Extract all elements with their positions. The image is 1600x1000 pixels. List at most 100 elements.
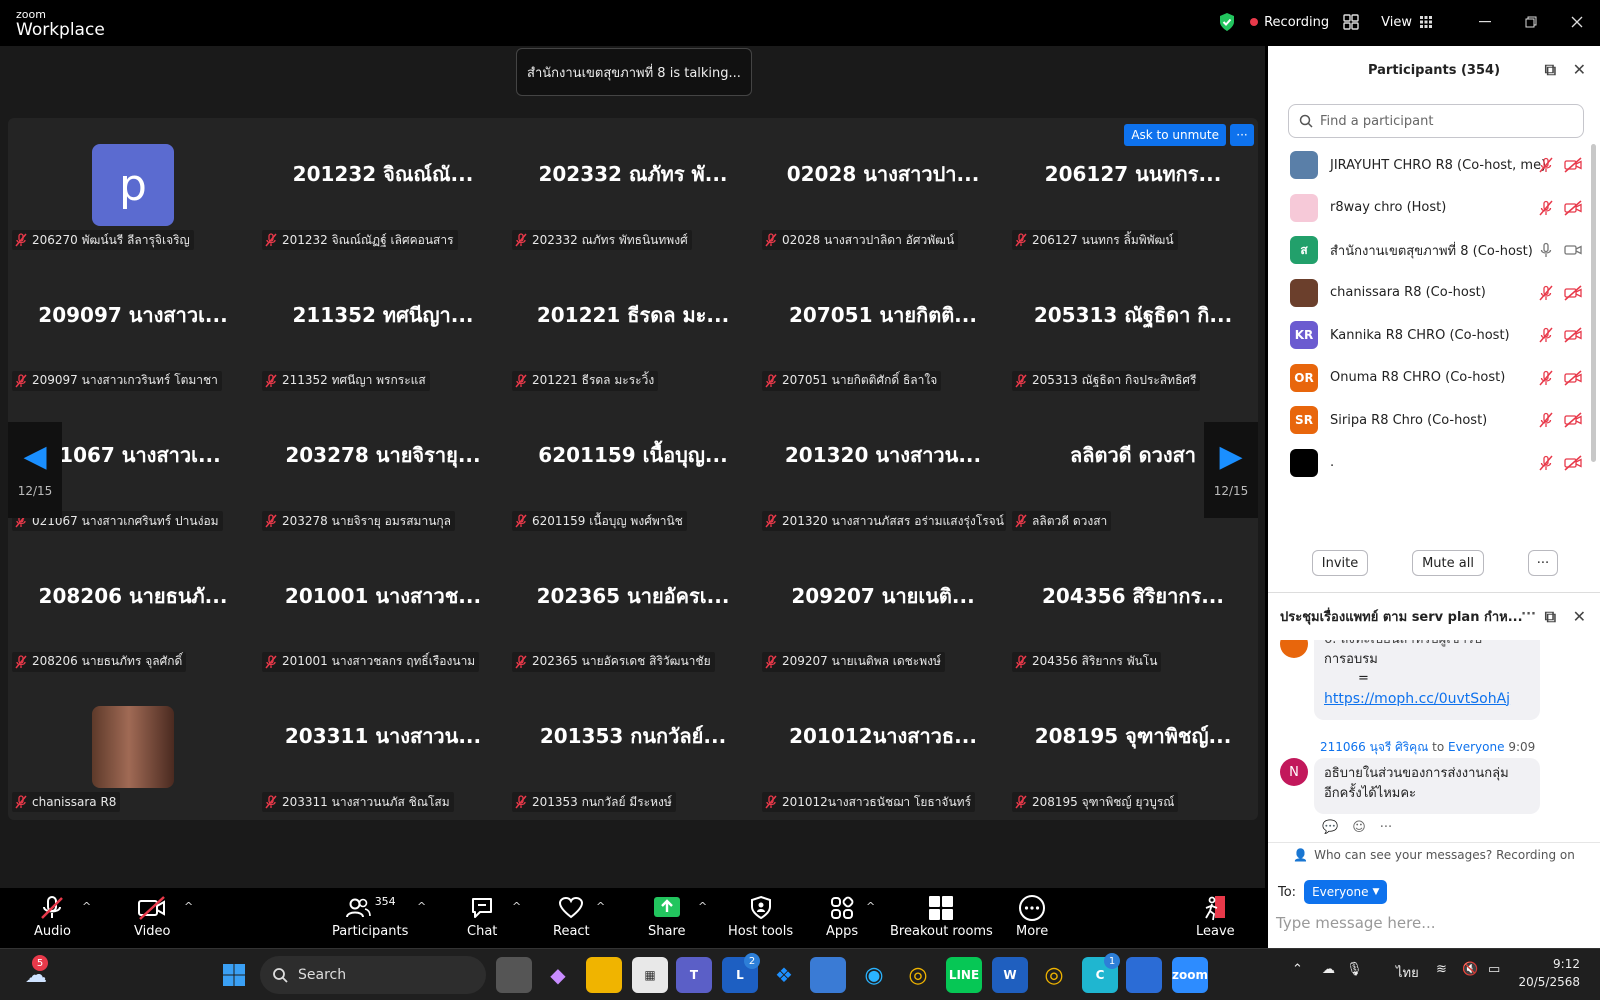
mic-muted-icon[interactable] (1538, 285, 1554, 301)
mic-muted-icon[interactable] (1538, 200, 1554, 216)
camera-off-icon[interactable] (1564, 412, 1582, 428)
camera-off-icon[interactable] (1564, 284, 1582, 301)
participant-tile[interactable]: 208206 นายธนภั... 208206 นายธนภัทร จุลศัก… (8, 540, 258, 680)
participant-tile[interactable]: 209097 นางสาวเ... 209097 นางสาวเกวรินทร์ … (8, 259, 258, 399)
message1-link[interactable]: https://moph.cc/0uvtSohAj (1324, 689, 1530, 710)
taskbar-clock[interactable]: 9:12 20/5/2568 (1518, 955, 1580, 991)
react-caret-icon[interactable]: ^ (596, 900, 605, 913)
chrome-icon[interactable]: ◎ (900, 957, 936, 993)
share-button[interactable]: Share (648, 892, 686, 939)
previous-page-button[interactable]: ◀ 12/15 (8, 422, 62, 518)
edge-icon[interactable]: ◉ (856, 957, 892, 993)
popout-icon[interactable]: ⧉ (1545, 60, 1556, 80)
camera-off-icon[interactable] (1564, 157, 1582, 173)
audio-button[interactable]: Audio (34, 892, 71, 939)
battery-icon[interactable]: ▭ (1488, 962, 1500, 977)
line-icon[interactable]: LINE (946, 957, 982, 993)
participant-tile[interactable]: 205313 ณัฐธิดา กิ... 205313 ณัฐธิดา กิจปร… (1008, 259, 1258, 399)
participant-list-scrollbar[interactable] (1591, 144, 1596, 536)
view-menu-button[interactable]: View (1381, 15, 1432, 30)
participant-tile[interactable]: 209207 นายเนติ... 209207 นายเนติพล เดชะพง… (758, 540, 1008, 680)
store-icon[interactable]: ▦ (632, 957, 668, 993)
photos-icon[interactable] (1126, 957, 1162, 993)
participant-tile[interactable]: chanissara R8 (8, 680, 258, 820)
chat-button[interactable]: Chat (467, 892, 497, 939)
video-options-caret-icon[interactable]: ^ (184, 900, 193, 913)
invite-button[interactable]: Invite (1312, 550, 1368, 576)
camera-off-icon[interactable] (1564, 454, 1582, 471)
start-windows-icon[interactable] (216, 957, 252, 993)
participant-tile[interactable]: 206127 นนทกร... 206127 นนทกร ลิ้มพิพัฒน์ (1008, 118, 1258, 258)
participant-row[interactable]: chanissara R8 (Co-host) (1268, 272, 1588, 315)
participant-row[interactable]: . (1268, 442, 1588, 485)
chrome-profile-icon[interactable]: ◎ (1036, 957, 1072, 993)
mic-on-icon[interactable] (1538, 242, 1554, 258)
participant-tile[interactable]: 201320 นางสาวน... 201320 นางสาวนภัสสร อร่… (758, 399, 1008, 539)
participant-tile[interactable]: 201001 นางสาวช... 201001 นางสาวชลกร ฤทธิ์… (258, 540, 508, 680)
participant-row[interactable]: KR Kannika R8 CHRO (Co-host) (1268, 314, 1588, 357)
word-icon[interactable]: W (992, 957, 1028, 993)
notepad-icon[interactable] (810, 957, 846, 993)
chat-more-icon[interactable]: ··· (1521, 607, 1536, 622)
dropbox-icon[interactable]: ❖ (766, 957, 802, 993)
tray-expand-icon[interactable]: ⌃ (1292, 962, 1303, 977)
participants-caret-icon[interactable]: ^ (417, 900, 426, 913)
minimize-icon[interactable] (1462, 0, 1508, 44)
participant-tile[interactable]: 201012นางสาวธ... 201012นางสาวธนัชฌา โยธาจ… (758, 680, 1008, 820)
camera-off-icon[interactable] (1564, 199, 1582, 216)
video-button[interactable]: Video (134, 892, 170, 939)
participant-tile[interactable]: 201232 จิณณ์ณั... 201232 จิณณ์ณัฏฐ์ เลิศค… (258, 118, 508, 258)
participants-button[interactable]: 354 Participants (332, 892, 408, 940)
participant-row[interactable]: SR Siripa R8 Chro (Co-host) (1268, 399, 1588, 442)
mic-muted-icon[interactable] (1538, 455, 1554, 471)
input-language[interactable]: ไทย (1396, 962, 1419, 983)
participants-more-button[interactable]: ··· (1528, 550, 1558, 576)
restore-icon[interactable] (1508, 0, 1554, 44)
participant-tile[interactable]: 203278 นายจิรายุ... 203278 นายจิรายุ อมรส… (258, 399, 508, 539)
participant-tile[interactable]: 207051 นายกิตติ... 207051 นายกิตติศักดิ์ … (758, 259, 1008, 399)
chat-popout-icon[interactable]: ⧉ (1545, 607, 1556, 627)
participant-row[interactable]: ส สำนักงานเขตสุขภาพที่ 8 (Co-host) (1268, 229, 1588, 272)
gallery-layout-icon[interactable] (1343, 14, 1359, 30)
tray-cloud-icon[interactable]: ☁ (1322, 962, 1335, 977)
chat-caret-icon[interactable]: ^ (512, 900, 521, 913)
camera-on-icon[interactable] (1564, 242, 1582, 258)
file-explorer-icon[interactable] (586, 957, 622, 993)
participant-row[interactable]: r8way chro (Host) (1268, 187, 1588, 230)
chat-close-icon[interactable]: ✕ (1573, 607, 1586, 626)
close-window-icon[interactable] (1554, 0, 1600, 44)
recipient-dropdown[interactable]: Everyone ▼ (1304, 880, 1388, 904)
participant-row[interactable]: JIRAYUHT CHRO R8 (Co-host, me) (1268, 144, 1588, 187)
apps-caret-icon[interactable]: ^ (866, 900, 875, 913)
audio-options-caret-icon[interactable]: ^ (82, 900, 91, 913)
participant-tile[interactable]: 203311 นางสาวน... 203311 นางสาวนนภัส ชิณโ… (258, 680, 508, 820)
mute-all-button[interactable]: Mute all (1412, 550, 1484, 576)
leave-button[interactable]: Leave (1196, 892, 1235, 939)
mic-muted-icon[interactable] (1538, 370, 1554, 386)
task-view-icon[interactable] (496, 957, 532, 993)
reply-icon[interactable]: 💬 (1322, 820, 1338, 835)
participant-tile[interactable]: 201221 ธีรดล มะ... 201221 ธีรดล มะระวิ้ง (508, 259, 758, 399)
participant-tile[interactable]: 201353 กนกวัลย์... 201353 กนกวัลย์ มีระหง… (508, 680, 758, 820)
participant-tile[interactable]: 6201159 เนื้อบุญ... 6201159 เนื้อบุญ พงศ์… (508, 399, 758, 539)
chat-visibility-note[interactable]: 👤 Who can see your messages? Recording o… (1268, 842, 1600, 866)
participant-tile[interactable]: 02028 นางสาวปา... 02028 นางสาวปาลิดา อัศว… (758, 118, 1008, 258)
host-tools-button[interactable]: Host tools (728, 892, 793, 939)
more-button[interactable]: More (1016, 892, 1048, 939)
participant-row[interactable]: OR Onuma R8 CHRO (Co-host) (1268, 357, 1588, 400)
mic-muted-icon[interactable] (1538, 327, 1554, 343)
share-caret-icon[interactable]: ^ (698, 900, 707, 913)
next-page-button[interactable]: ▶ 12/15 (1204, 422, 1258, 518)
camera-off-icon[interactable] (1564, 369, 1582, 386)
volume-muted-icon[interactable]: 🔇 (1462, 962, 1478, 977)
breakout-rooms-button[interactable]: Breakout rooms (890, 892, 993, 939)
mic-muted-icon[interactable] (1538, 412, 1554, 428)
encryption-shield-icon[interactable] (1218, 12, 1236, 32)
close-panel-icon[interactable]: ✕ (1573, 60, 1586, 79)
wifi-icon[interactable]: ≋ (1436, 962, 1447, 977)
chat-message-input[interactable]: Type message here... (1276, 914, 1576, 932)
mic-muted-icon[interactable] (1538, 157, 1554, 173)
participant-tile[interactable]: 202332 ณภัทร พั... 202332 ณภัทร พัทธนินทพ… (508, 118, 758, 258)
recording-indicator[interactable]: Recording (1250, 15, 1329, 30)
teams-icon[interactable]: T (676, 957, 712, 993)
